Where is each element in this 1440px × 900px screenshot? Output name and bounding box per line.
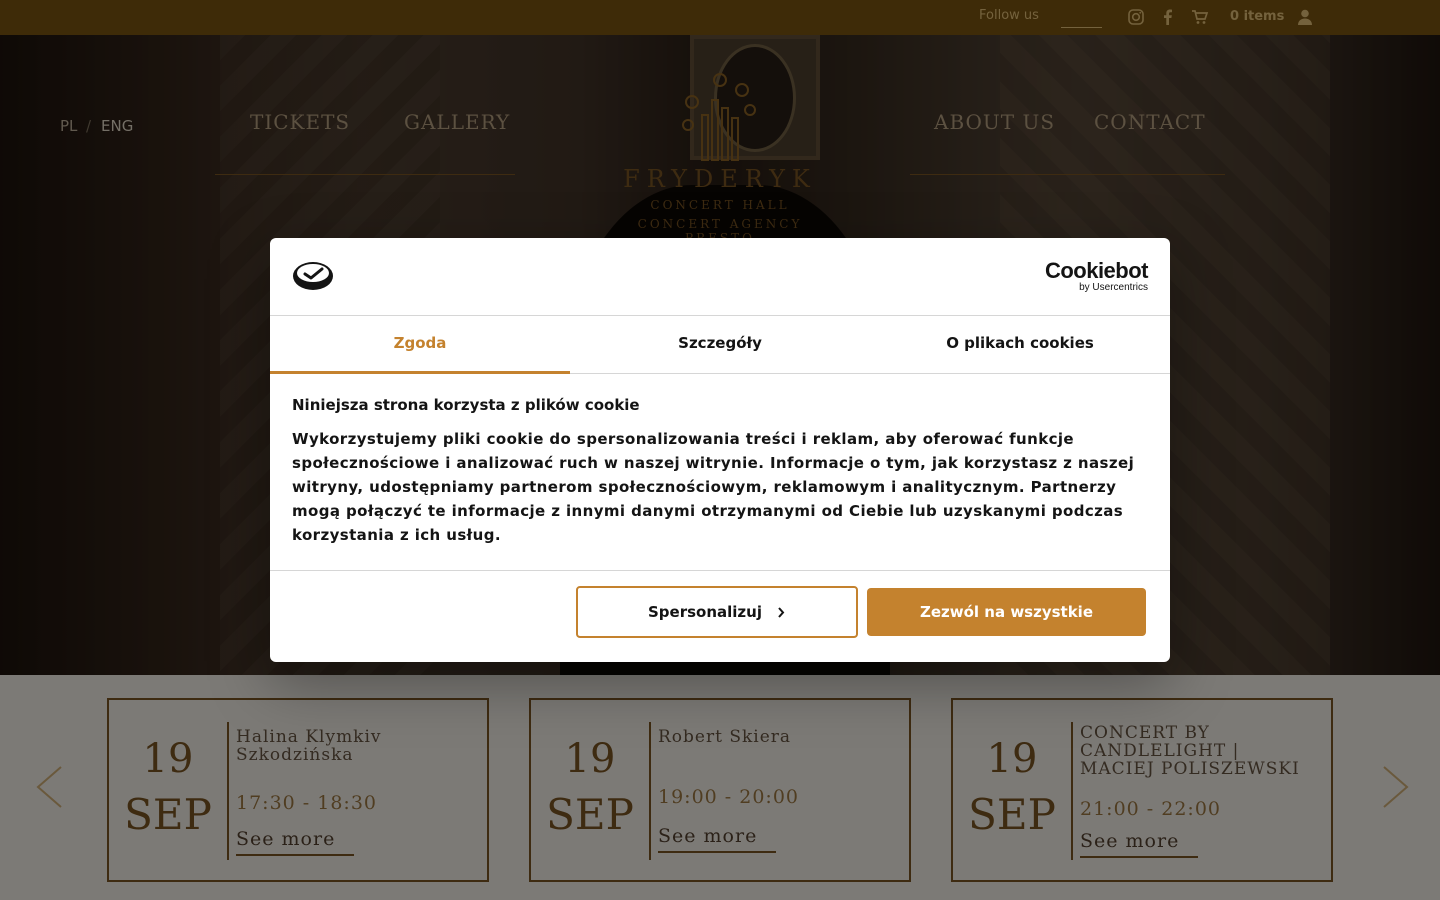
tab-consent[interactable]: Zgoda xyxy=(270,316,570,374)
customize-label: Spersonalizuj xyxy=(648,603,762,621)
dialog-divider xyxy=(270,570,1170,571)
dialog-header: Cookiebot by Usercentrics xyxy=(270,238,1170,316)
dialog-tabs: Zgoda Szczegóły O plikach cookies xyxy=(270,316,1170,374)
chevron-right-icon xyxy=(778,607,785,618)
cookiebot-brand[interactable]: Cookiebot by Usercentrics xyxy=(1044,258,1149,294)
brand-sub: by Usercentrics xyxy=(1079,282,1148,293)
tab-about-cookies[interactable]: O plikach cookies xyxy=(870,316,1170,374)
dialog-text: Wykorzystujemy pliki cookie do spersonal… xyxy=(292,430,1135,544)
dialog-body: Niniejsza strona korzysta z plików cooki… xyxy=(292,396,1152,547)
cookiebot-logo-icon xyxy=(293,262,333,290)
allow-all-button[interactable]: Zezwól na wszystkie xyxy=(867,588,1146,636)
allow-all-label: Zezwól na wszystkie xyxy=(919,603,1093,621)
dialog-heading: Niniejsza strona korzysta z plików cooki… xyxy=(292,396,640,414)
cookie-dialog: Cookiebot by Usercentrics Zgoda Szczegół… xyxy=(270,238,1170,662)
brand-main: Cookiebot xyxy=(1044,258,1149,283)
customize-button[interactable]: Spersonalizuj xyxy=(576,586,858,638)
tab-details[interactable]: Szczegóły xyxy=(570,316,870,374)
